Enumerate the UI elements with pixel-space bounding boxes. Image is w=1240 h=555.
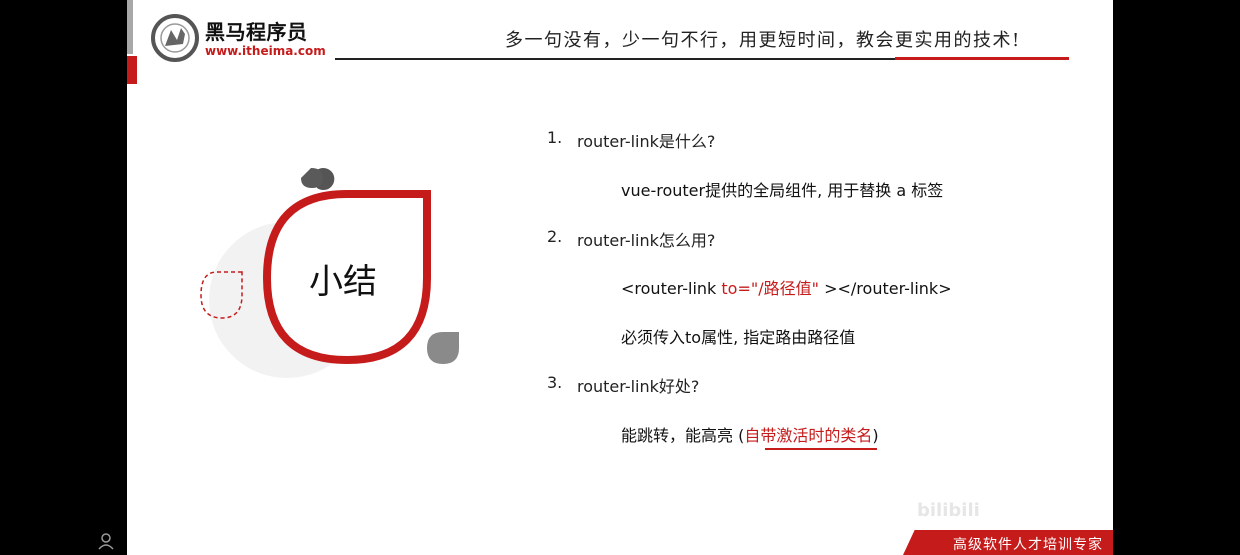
logo-url: www.itheima.com xyxy=(205,44,326,58)
question-text: router-link是什么? xyxy=(577,132,716,151)
code-close-tag: ></router-link> xyxy=(824,279,952,298)
video-frame: 黑马程序员 www.itheima.com 多一句没有，少一句不行，用更短时间，… xyxy=(0,0,1240,555)
user-icon[interactable] xyxy=(98,532,118,550)
question-text: router-link好处? xyxy=(577,377,700,396)
brand-logo: 黑马程序员 www.itheima.com xyxy=(151,12,351,64)
summary-content: 1. router-link是什么? vue-router提供的全局组件, 用于… xyxy=(547,0,1107,555)
question-text: router-link怎么用? xyxy=(577,231,716,250)
watermark: bilibili xyxy=(917,500,980,521)
highlight-underline xyxy=(765,448,877,450)
horse-logo-icon xyxy=(151,14,199,62)
footer-tagline: 高级软件人才培训专家 xyxy=(953,537,1103,553)
answer-highlight: 自带激活时的类名 xyxy=(744,426,873,445)
slide: 黑马程序员 www.itheima.com 多一句没有，少一句不行，用更短时间，… xyxy=(127,0,1113,555)
answer-note: 必须传入to属性, 指定路由路径值 xyxy=(621,328,856,347)
question-number: 2. xyxy=(547,227,563,246)
accent-bar-red xyxy=(127,56,137,84)
summary-title: 小结 xyxy=(309,262,377,302)
question-number: 1. xyxy=(547,128,563,147)
answer-text: 能跳转，能高亮 (自带激活时的类名) xyxy=(621,422,879,446)
answer-prefix: 能跳转，能高亮 ( xyxy=(621,426,745,445)
code-to-attr: to="/路径值" xyxy=(721,279,819,298)
answer-text: vue-router提供的全局组件, 用于替换 a 标签 xyxy=(621,181,944,200)
logo-name: 黑马程序员 xyxy=(205,20,308,44)
code-example: <router-link to="/路径值" ></router-link> xyxy=(621,275,952,299)
code-open-tag: <router-link xyxy=(621,279,717,298)
question-number: 3. xyxy=(547,373,563,392)
answer-suffix: ) xyxy=(872,426,879,445)
accent-bar xyxy=(127,0,133,54)
